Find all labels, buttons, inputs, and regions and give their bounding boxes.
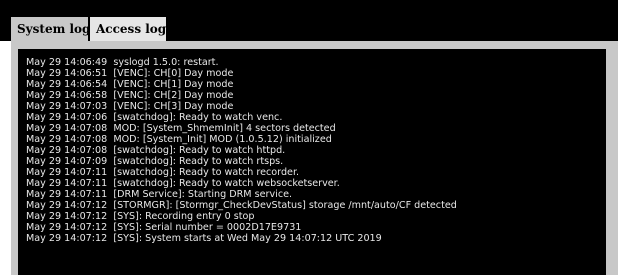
- log-line: May 29 14:06:49 syslogd 1.5.0: restart.: [26, 57, 219, 68]
- log-line: May 29 14:07:11 [DRM Service]: Starting …: [26, 189, 293, 200]
- tab-panel: May 29 14:06:49 syslogd 1.5.0: restart. …: [11, 41, 618, 275]
- tab-bar: System log Access log: [0, 0, 618, 41]
- log-line: May 29 14:07:08 MOD: [System_Init] MOD (…: [26, 134, 332, 145]
- tab-system-log[interactable]: System log: [11, 17, 90, 41]
- log-line: May 29 14:07:06 [swatchdog]: Ready to wa…: [26, 112, 283, 123]
- log-line: May 29 14:07:08 [swatchdog]: Ready to wa…: [26, 145, 286, 156]
- log-line: May 29 14:07:12 [STORMGR]: [Stormgr_Chec…: [26, 200, 457, 211]
- log-line: May 29 14:07:12 [SYS]: Recording entry 0…: [26, 211, 255, 222]
- log-line: May 29 14:07:09 [swatchdog]: Ready to wa…: [26, 156, 284, 167]
- log-line: May 29 14:06:51 [VENC]: CH[0] Day mode: [26, 68, 234, 79]
- log-line: May 29 14:07:11 [swatchdog]: Ready to wa…: [26, 178, 340, 189]
- log-line: May 29 14:06:58 [VENC]: CH[2] Day mode: [26, 90, 234, 101]
- log-line: May 29 14:07:03 [VENC]: CH[3] Day mode: [26, 101, 234, 112]
- log-viewer-window: System log Access log May 29 14:06:49 sy…: [0, 0, 618, 275]
- log-line: May 29 14:07:08 MOD: [System_ShmemInit] …: [26, 123, 336, 134]
- log-lines: May 29 14:06:49 syslogd 1.5.0: restart. …: [26, 57, 457, 244]
- log-line: May 29 14:06:54 [VENC]: CH[1] Day mode: [26, 79, 234, 90]
- tab-access-log[interactable]: Access log: [90, 17, 166, 41]
- log-output-area[interactable]: May 29 14:06:49 syslogd 1.5.0: restart. …: [18, 49, 606, 275]
- log-line: May 29 14:07:11 [swatchdog]: Ready to wa…: [26, 167, 300, 178]
- log-line: May 29 14:07:12 [SYS]: System starts at …: [26, 233, 382, 244]
- log-line: May 29 14:07:12 [SYS]: Serial number = 0…: [26, 222, 302, 233]
